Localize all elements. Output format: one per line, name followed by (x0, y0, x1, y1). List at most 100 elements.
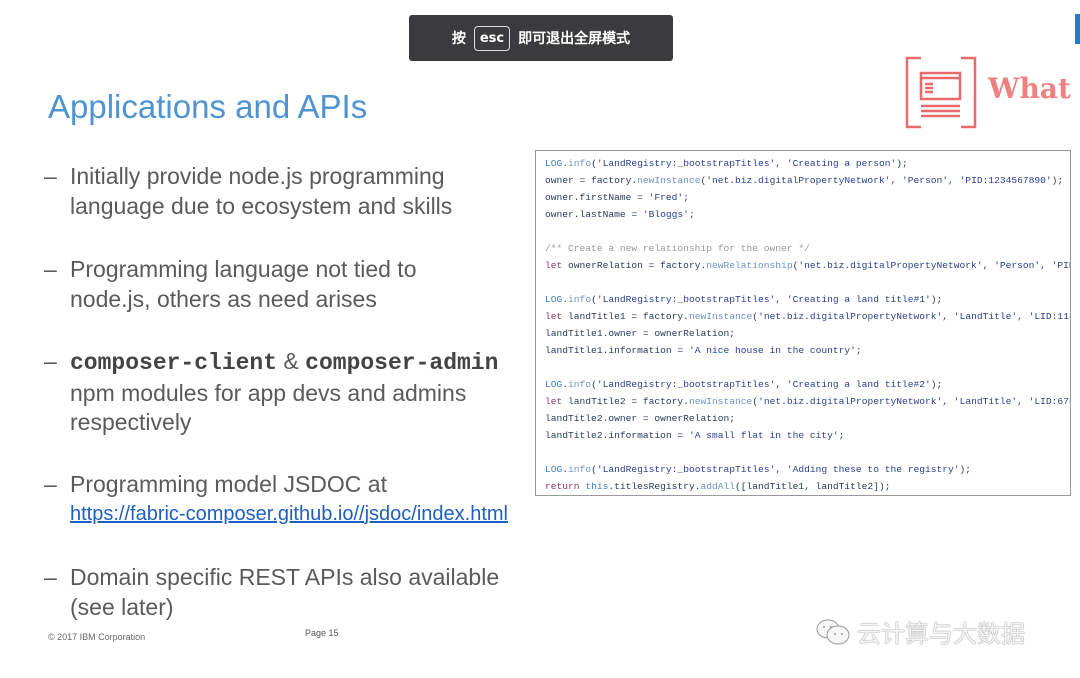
code-token: newRelationship (706, 260, 793, 271)
bullet-line: (see later) (70, 593, 174, 620)
code-token: landTitle1.owner = ownerRelation; (545, 328, 735, 339)
code-token: LOG (545, 379, 563, 390)
code-line: LOG.info('LandRegistry:_bootstrapTitles'… (545, 376, 1070, 393)
code-token: owner.lastName = (545, 209, 643, 220)
bullet-line: language due to ecosystem and skills (70, 192, 453, 219)
code-token: owner = factory. (545, 175, 638, 186)
code-line: owner.firstName = 'Fred'; (545, 189, 1070, 206)
watermark: 云计算与大数据 (815, 614, 1025, 649)
wechat-icon (816, 619, 850, 644)
code-token: LOG (545, 294, 563, 305)
code-token: landTitle2.owner = ownerRelation; (545, 413, 735, 424)
bullet-dash: – (44, 256, 57, 282)
code-token: ); (959, 464, 972, 475)
code-line: LOG.info('LandRegistry:_bootstrapTitles'… (545, 461, 1070, 478)
code-token: ); (1051, 175, 1064, 186)
code-token: 'LandRegistry:_bootstrapTitles', 'Adding… (596, 464, 960, 475)
code-token: landTitle1.information = (545, 345, 689, 356)
code-line: LOG.info('LandRegistry:_bootstrapTitles'… (545, 155, 1070, 172)
code-line: landTitle1.owner = ownerRelation; (545, 325, 1070, 342)
code-token: 'net.biz.digitalPropertyNetwork', 'Perso… (798, 260, 1070, 271)
code-sample: LOG.info('LandRegistry:_bootstrapTitles'… (535, 150, 1071, 496)
fullscreen-exit-hint: 按 esc 即可退出全屏模式 (409, 15, 673, 61)
code-token: 'Fred' (648, 192, 684, 203)
code-line: let landTitle2 = factory.newInstance('ne… (545, 393, 1070, 410)
code-token: newInstance (688, 311, 753, 322)
code-token: info (568, 464, 592, 475)
bullet-dash: – (44, 471, 57, 497)
bullet-dash: – (44, 348, 57, 374)
bullet-nodejs: – Initially provide node.js programming … (44, 162, 452, 221)
code-token: 'net.biz.digitalPropertyNetwork', 'Perso… (706, 175, 1052, 186)
ampersand: & (277, 348, 306, 374)
code-line: LOG.info('LandRegistry:_bootstrapTitles'… (545, 291, 1070, 308)
slide-title: Applications and APIs (48, 88, 368, 125)
bullet-line: node.js, others as need arises (70, 285, 377, 312)
code-line: let landTitle1 = factory.newInstance('ne… (545, 308, 1070, 325)
hint-suffix: 即可退出全屏模式 (518, 31, 631, 47)
code-token: LOG (545, 464, 563, 475)
page-number: Page 15 (305, 628, 339, 638)
hint-prefix: 按 (451, 31, 466, 47)
code-token: this (585, 481, 609, 492)
code-token: ); (930, 379, 943, 390)
code-token: ); (896, 158, 908, 169)
bullet-line: Domain specific REST APIs also available (70, 564, 500, 590)
code-token: owner.firstName = (545, 192, 649, 203)
code-token: landTitle1 = factory. (562, 311, 689, 322)
code-token: 'net.biz.digitalPropertyNetwork', 'LandT… (758, 311, 1071, 322)
module-name: composer-admin (305, 350, 499, 376)
bullet-rest-apis: – Domain specific REST APIs also availab… (44, 563, 499, 622)
code-token: landTitle2 = factory. (562, 396, 689, 407)
code-line: let ownerRelation = factory.newRelations… (545, 257, 1070, 274)
code-token: ); (930, 294, 943, 305)
code-token: 'Bloggs' (642, 209, 689, 220)
code-token: newInstance (637, 175, 701, 186)
code-token: /** Create a new relationship for the ow… (545, 243, 810, 254)
logo-text: What (988, 72, 1071, 105)
code-line: owner.lastName = 'Bloggs'; (545, 206, 1070, 223)
code-line: landTitle2.owner = ownerRelation; (545, 410, 1070, 427)
code-token: ([landTitle1, landTitle2]); (735, 481, 891, 492)
code-line: landTitle2.information = 'A small flat i… (545, 427, 1070, 444)
bullet-npm-modules: – composer-client & composer-admin npm m… (44, 347, 498, 438)
code-token: 'A small flat in the city' (688, 430, 839, 441)
window-edge-indicator (1075, 14, 1080, 44)
code-token: .titlesRegistry. (608, 481, 701, 492)
code-token: 'LandRegistry:_bootstrapTitles', 'Creati… (596, 379, 931, 390)
copyright: © 2017 IBM Corporation (48, 632, 146, 642)
code-token: 'LandRegistry:_bootstrapTitles', 'Creati… (596, 158, 897, 169)
bullet-line: Programming language not tied to (70, 256, 417, 282)
web-page-icon (905, 56, 977, 129)
code-token: ; (683, 192, 689, 203)
jsdoc-link[interactable]: https://fabric-composer.github.io//jsdoc… (70, 500, 508, 530)
code-line: owner = factory.newInstance('net.biz.dig… (545, 172, 1070, 189)
esc-key[interactable]: esc (473, 25, 511, 51)
bullet-language: – Programming language not tied to node.… (44, 255, 417, 314)
code-token: let (545, 396, 563, 407)
bullet-line: Programming model JSDOC at (70, 471, 387, 497)
code-token: newInstance (688, 396, 753, 407)
code-token: 'A nice house in the country' (688, 345, 856, 356)
code-token: return (545, 481, 580, 492)
code-token: landTitle2.information = (545, 430, 689, 441)
code-line: return this.titlesRegistry.addAll([landT… (545, 478, 1070, 495)
bullet-line: respectively (70, 409, 192, 435)
code-token: ownerRelation = factory. (562, 260, 707, 271)
watermark-text: 云计算与大数据 (857, 620, 1025, 648)
code-token: addAll (700, 481, 736, 492)
module-name: composer-client (70, 350, 278, 376)
bullet-line: npm modules for app devs and admins (70, 379, 467, 406)
code-line: /** Create a new relationship for the ow… (545, 240, 1070, 257)
code-line: landTitle1.information = 'A nice house i… (545, 342, 1070, 359)
code-token: info (568, 379, 592, 390)
code-token: 'LandRegistry:_bootstrapTitles', 'Creati… (596, 294, 931, 305)
bullet-dash: – (44, 163, 57, 189)
code-token: let (545, 311, 563, 322)
code-token: 'net.biz.digitalPropertyNetwork', 'LandT… (758, 396, 1071, 407)
code-token: let (545, 260, 563, 271)
